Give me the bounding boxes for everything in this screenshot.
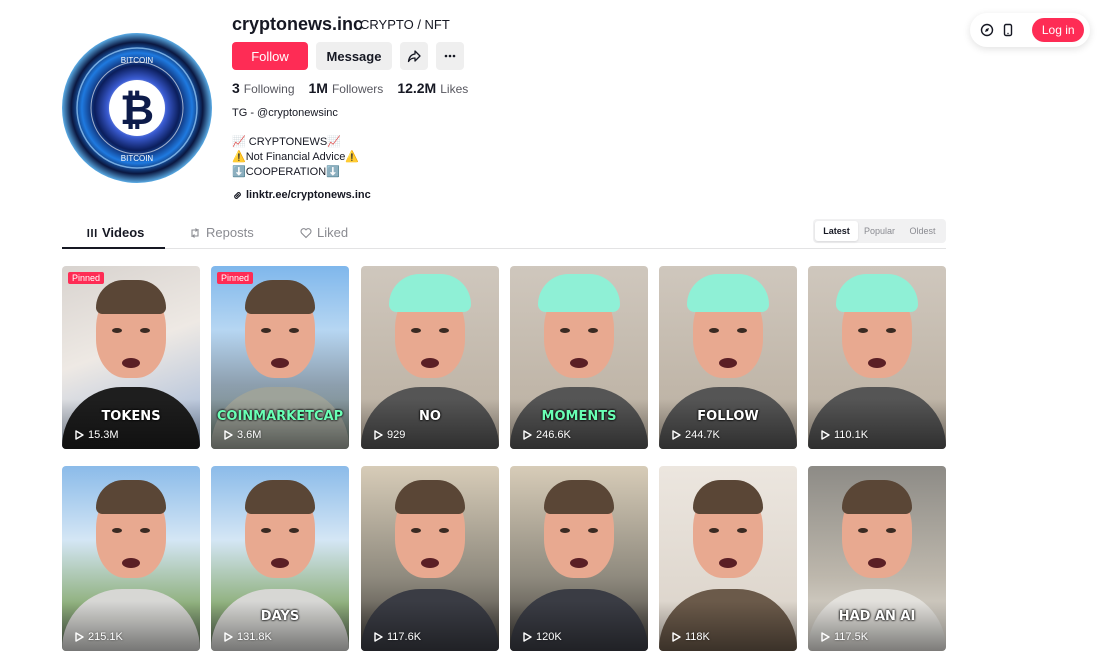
play-icon xyxy=(374,632,383,642)
play-icon xyxy=(75,430,84,440)
video-caption: MOMENTS xyxy=(541,409,617,424)
video-card[interactable]: 117.6K xyxy=(361,466,499,651)
profile-stats: 3 Following 1M Followers 12.2M Likes xyxy=(232,80,468,96)
video-card[interactable]: 110.1K xyxy=(808,266,946,449)
video-card[interactable]: COINMARKETCAP Pinned 3.6M xyxy=(211,266,349,449)
stat-followers[interactable]: 1M Followers xyxy=(309,80,384,96)
more-button[interactable] xyxy=(436,42,464,70)
play-icon xyxy=(523,430,532,440)
play-icon xyxy=(75,632,84,642)
play-icon xyxy=(224,632,233,642)
video-caption: NO xyxy=(419,409,441,424)
video-caption: FOLLOW xyxy=(697,409,759,424)
view-count: 131.8K xyxy=(223,631,272,643)
view-count: 117.5K xyxy=(820,631,868,643)
heart-icon xyxy=(300,227,312,238)
nickname: CRYPTO / NFT xyxy=(360,17,450,32)
view-count: 117.6K xyxy=(373,631,421,643)
pinned-badge: Pinned xyxy=(217,272,254,284)
avatar-text-bottom: BITCOIN xyxy=(121,154,154,163)
view-count: 120K xyxy=(522,631,562,643)
play-icon xyxy=(821,430,830,440)
bio-line: 📈 CRYPTONEWS📈 xyxy=(232,136,341,148)
tab-reposts[interactable]: Reposts xyxy=(189,225,254,240)
view-count: 110.1K xyxy=(820,429,868,441)
bio: TG - @cryptonewsinc 📈 CRYPTONEWS📈 ⚠️Not … xyxy=(232,106,359,180)
sort-popular[interactable]: Popular xyxy=(858,221,901,241)
play-icon xyxy=(821,632,830,642)
tab-underline xyxy=(62,247,165,249)
video-card[interactable]: TOKENS Pinned 15.3M xyxy=(62,266,200,449)
grid-icon xyxy=(87,228,97,237)
sort-toggle: Latest Popular Oldest xyxy=(813,219,946,243)
video-caption: COINMARKETCAP xyxy=(216,409,344,424)
video-card[interactable]: FOLLOW 244.7K xyxy=(659,266,797,449)
view-count: 15.3M xyxy=(74,429,119,441)
bio-line: ⬇️COOPERATION⬇️ xyxy=(232,166,340,178)
video-card[interactable]: HAD AN AI 117.5K xyxy=(808,466,946,651)
tab-videos[interactable]: Videos xyxy=(87,225,144,240)
phone-icon[interactable] xyxy=(999,21,1016,39)
follow-button[interactable]: Follow xyxy=(232,42,308,70)
compass-icon[interactable] xyxy=(978,21,995,39)
repost-icon xyxy=(191,227,199,238)
login-button[interactable]: Log in xyxy=(1032,18,1084,42)
play-icon xyxy=(672,632,681,642)
avatar[interactable]: ₿ BITCOIN BITCOIN xyxy=(62,33,212,183)
video-card[interactable]: NO 929 xyxy=(361,266,499,449)
bio-line: ⚠️Not Financial Advice⚠️ xyxy=(232,151,360,163)
video-card[interactable]: 118K xyxy=(659,466,797,651)
play-icon xyxy=(374,430,383,440)
video-card[interactable]: 215.1K xyxy=(62,466,200,651)
view-count: 118K xyxy=(671,631,710,643)
bio-line: TG - @cryptonewsinc xyxy=(232,107,338,119)
play-icon xyxy=(523,632,532,642)
username: cryptonews.inc xyxy=(232,14,364,34)
pinned-badge: Pinned xyxy=(68,272,105,284)
message-button[interactable]: Message xyxy=(316,42,392,70)
view-count: 244.7K xyxy=(671,429,720,441)
profile-actions: Follow Message xyxy=(232,42,464,70)
link-icon xyxy=(234,191,241,199)
share-button[interactable] xyxy=(400,42,428,70)
top-actions: Log in xyxy=(970,13,1090,47)
profile-link[interactable]: linktr.ee/cryptonews.inc xyxy=(232,189,371,201)
play-icon xyxy=(224,430,233,440)
video-card[interactable]: DAYS 131.8K xyxy=(211,466,349,651)
sort-oldest[interactable]: Oldest xyxy=(901,221,944,241)
stat-following[interactable]: 3 Following xyxy=(232,80,295,96)
sort-latest[interactable]: Latest xyxy=(815,221,858,241)
video-caption: HAD AN AI xyxy=(838,609,916,624)
video-caption: TOKENS xyxy=(101,409,161,424)
video-card[interactable]: MOMENTS 246.6K xyxy=(510,266,648,449)
view-count: 215.1K xyxy=(74,631,123,643)
bitcoin-symbol: ₿ xyxy=(120,85,154,134)
avatar-text-top: BITCOIN xyxy=(121,56,154,65)
view-count: 246.6K xyxy=(522,429,571,441)
play-icon xyxy=(672,430,681,440)
video-caption: DAYS xyxy=(260,609,300,624)
video-card[interactable]: 120K xyxy=(510,466,648,651)
tab-liked[interactable]: Liked xyxy=(300,225,348,240)
share-icon xyxy=(407,50,421,63)
view-count: 3.6M xyxy=(223,429,261,441)
more-icon xyxy=(444,54,456,58)
stat-likes: 12.2M Likes xyxy=(397,80,469,96)
view-count: 929 xyxy=(373,429,405,441)
